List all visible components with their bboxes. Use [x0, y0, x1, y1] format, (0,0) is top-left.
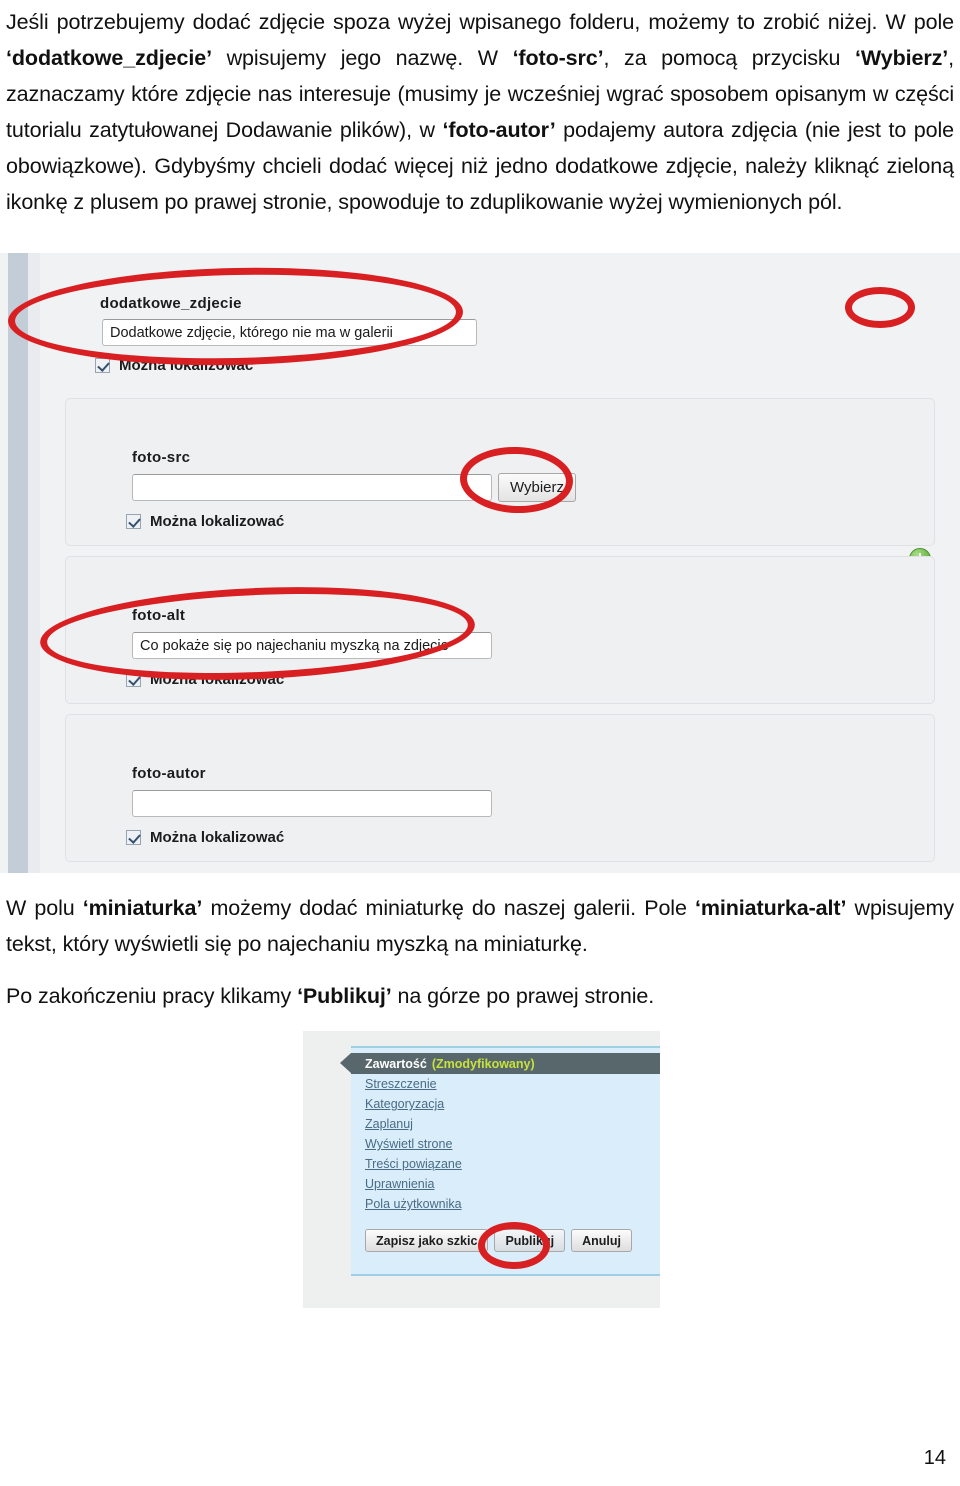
menu-link-tresci-powiazane[interactable]: Treści powiązane	[365, 1156, 462, 1173]
checkbox-lokalizowac-icon[interactable]	[126, 672, 141, 687]
menu-link-pola-uzytkownika[interactable]: Pola użytkownika	[365, 1196, 462, 1213]
checkbox-lokalizowac-icon[interactable]	[126, 830, 141, 845]
checkbox-row-dodatkowe-zdjecie[interactable]: Można lokalizować	[95, 357, 253, 374]
checkbox-lokalizowac-icon[interactable]	[95, 358, 110, 373]
screenshot-field-form: dodatkowe_zdjecie Dodatkowe zdjęcie, któ…	[0, 253, 960, 873]
menu-link-zaplanuj[interactable]: Zaplanuj	[365, 1116, 462, 1133]
checkbox-label-lokalizowac: Można lokalizować	[150, 671, 285, 688]
text-run: , za pomocą przycisku	[603, 46, 856, 70]
checkbox-row-foto-autor[interactable]: Można lokalizować	[126, 829, 284, 846]
menu-link-list: Streszczenie Kategoryzacja Zaplanuj Wyśw…	[365, 1076, 462, 1213]
text-run: W polu	[6, 896, 83, 920]
anuluj-button[interactable]: Anuluj	[571, 1229, 632, 1252]
term-miniaturka: ‘miniaturka’	[82, 896, 203, 920]
term-miniaturka-alt: ‘miniaturka-alt’	[695, 896, 847, 920]
field-label-foto-autor: foto-autor	[132, 765, 206, 782]
input-dodatkowe-zdjecie[interactable]: Dodatkowe zdjęcie, którego nie ma w gale…	[102, 319, 477, 346]
menu-link-uprawnienia[interactable]: Uprawnienia	[365, 1176, 462, 1193]
input-foto-src[interactable]	[132, 474, 492, 501]
term-foto-src: ‘foto-src’	[512, 46, 604, 70]
term-wybierz: ‘Wybierz’	[855, 46, 949, 70]
screenshot-left-rail	[8, 253, 28, 873]
text-run: wpisujemy jego nazwę. W	[212, 46, 513, 70]
term-foto-autor: ‘foto-autor’	[442, 118, 556, 142]
document-page: Jeśli potrzebujemy dodać zdjęcie spoza w…	[0, 0, 960, 1486]
menu-link-wyswietl-strone[interactable]: Wyświetl strone	[365, 1136, 462, 1153]
checkbox-label-lokalizowac: Można lokalizować	[150, 829, 285, 846]
menu-header-bar: Zawartość (Zmodyfikowany)	[340, 1053, 660, 1074]
checkbox-lokalizowac-icon[interactable]	[126, 514, 141, 529]
menu-link-streszczenie[interactable]: Streszczenie	[365, 1076, 462, 1093]
wybierz-button[interactable]: Wybierz	[498, 473, 576, 502]
field-label-foto-alt: foto-alt	[132, 607, 186, 624]
paragraph-intro: Jeśli potrzebujemy dodać zdjęcie spoza w…	[6, 4, 954, 220]
paragraph-miniaturka: W polu ‘miniaturka’ możemy dodać miniatu…	[6, 890, 954, 962]
arrow-notch-icon	[340, 1053, 351, 1073]
text-run: Jeśli potrzebujemy dodać zdjęcie spoza w…	[6, 10, 954, 34]
checkbox-label-lokalizowac: Można lokalizować	[119, 357, 254, 374]
form-stage: dodatkowe_zdjecie Dodatkowe zdjęcie, któ…	[40, 253, 960, 873]
term-dodatkowe-zdjecie: ‘dodatkowe_zdjecie’	[6, 46, 212, 70]
text-run: możemy dodać miniaturkę do naszej galeri…	[202, 896, 696, 920]
field-label-foto-src: foto-src	[132, 449, 191, 466]
screenshot-left-margin	[28, 253, 40, 873]
paragraph-publikuj: Po zakończeniu pracy klikamy ‘Publikuj’ …	[6, 978, 954, 1014]
input-foto-alt[interactable]: Co pokaże się po najechaniu myszką na zd…	[132, 632, 492, 659]
checkbox-row-foto-alt[interactable]: Można lokalizować	[126, 671, 284, 688]
page-number: 14	[923, 1447, 946, 1469]
field-label-dodatkowe-zdjecie: dodatkowe_zdjecie	[100, 295, 242, 312]
text-run: na górze po prawej stronie.	[391, 984, 655, 1008]
checkbox-row-foto-src[interactable]: Można lokalizować	[126, 513, 284, 530]
zapisz-jako-szkic-button[interactable]: Zapisz jako szkic	[365, 1229, 489, 1252]
menu-header-status: (Zmodyfikowany)	[431, 1056, 535, 1071]
text-run: Po zakończeniu pracy klikamy	[6, 984, 298, 1008]
menu-header-title: Zawartość	[365, 1056, 427, 1071]
input-foto-autor[interactable]	[132, 790, 492, 817]
menu-button-row: Zapisz jako szkic Publikuj Anuluj	[365, 1229, 632, 1252]
menu-link-kategoryzacja[interactable]: Kategoryzacja	[365, 1096, 462, 1113]
subfield-panel-foto-src: foto-src Wybierz Można lokalizować	[65, 398, 935, 546]
subfield-panel-foto-alt: foto-alt Co pokaże się po najechaniu mys…	[65, 556, 935, 704]
publikuj-button[interactable]: Publikuj	[494, 1229, 566, 1252]
checkbox-label-lokalizowac: Można lokalizować	[150, 513, 285, 530]
term-publikuj: ‘Publikuj’	[297, 984, 392, 1008]
screenshot-publish-menu: Zawartość (Zmodyfikowany) Streszczenie K…	[303, 1031, 660, 1308]
subfield-panel-foto-autor: foto-autor Można lokalizować	[65, 714, 935, 862]
